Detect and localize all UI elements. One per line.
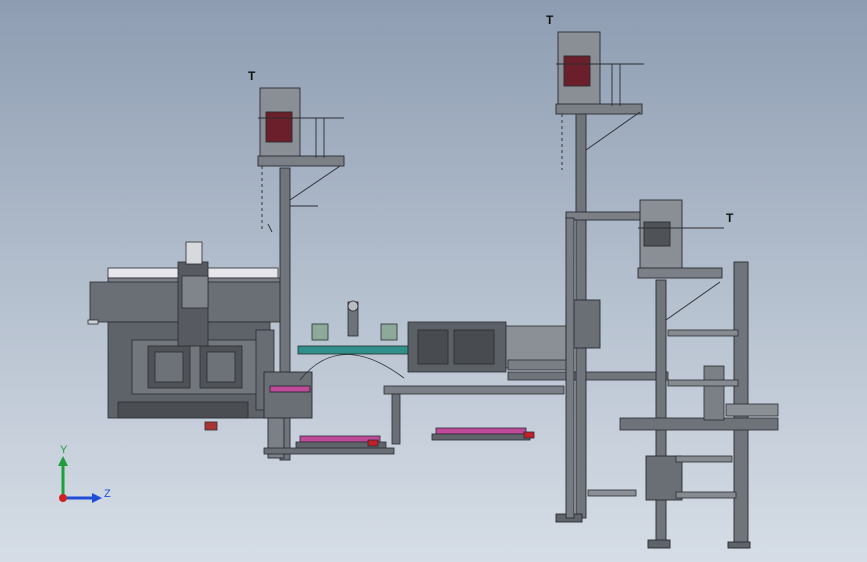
assembly-drawing[interactable]: T T T Y Z: [0, 0, 867, 562]
loading-rack[interactable]: [587, 329, 779, 499]
cad-viewport[interactable]: T T T Y Z: [0, 0, 867, 562]
control-cabinet[interactable]: [407, 321, 669, 381]
tower-marker-center: T: [546, 13, 554, 27]
tower-marker-left: T: [248, 69, 256, 83]
y-axis-label: Y: [60, 444, 68, 456]
tower-marker-right: T: [726, 211, 734, 225]
z-axis-label: Z: [104, 488, 111, 500]
coordinate-triad: Y Z: [58, 444, 111, 503]
gantry-machining-center[interactable]: [87, 241, 289, 431]
